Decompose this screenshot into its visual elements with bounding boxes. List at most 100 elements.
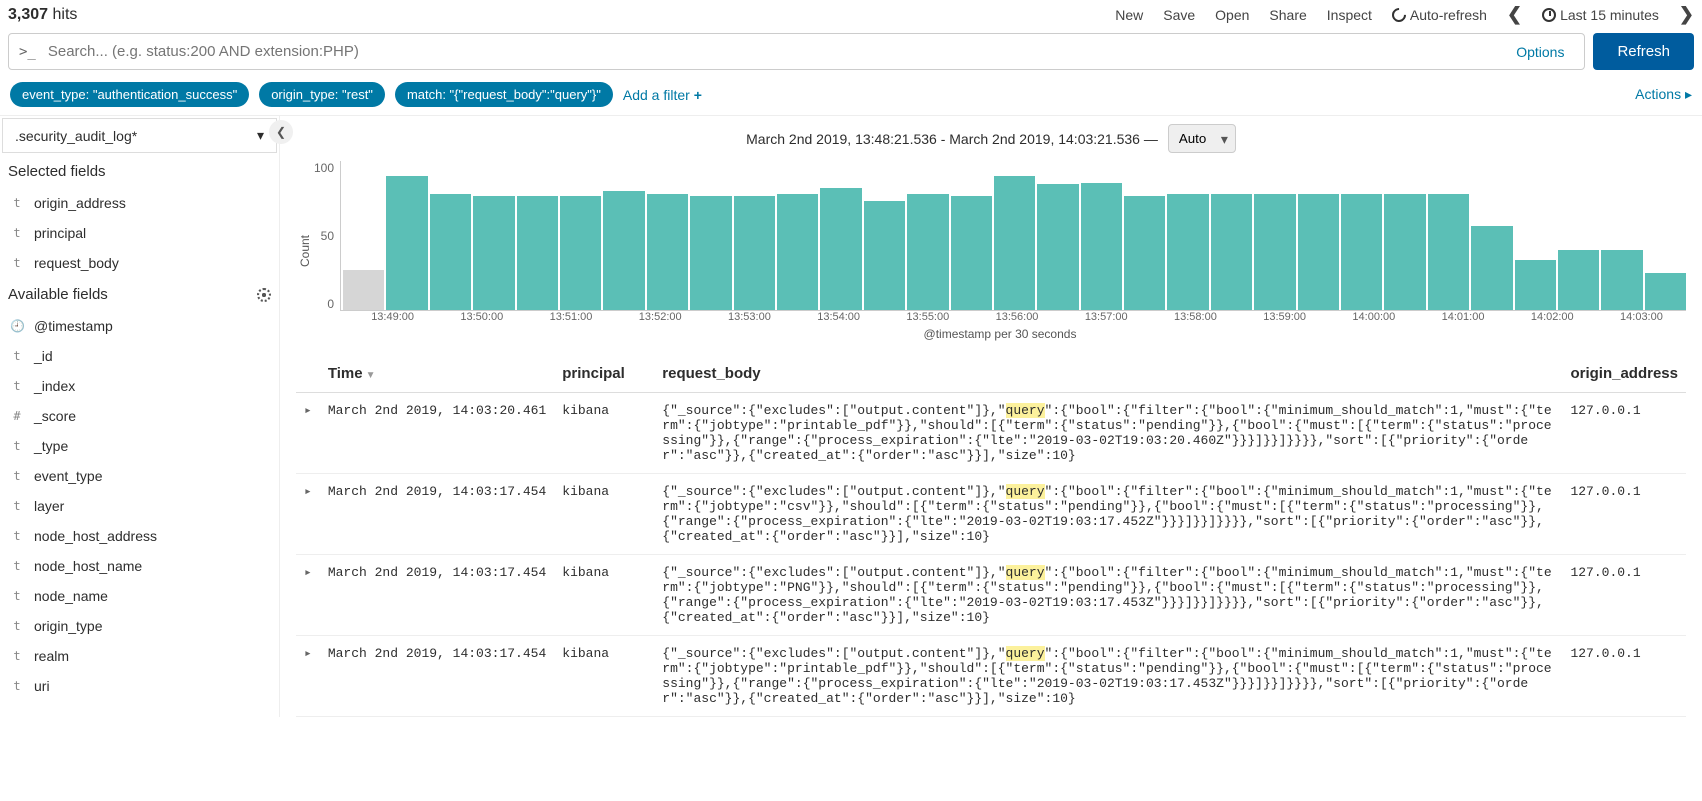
- index-pattern-select[interactable]: .security_audit_log* ▾: [2, 118, 277, 153]
- inspect-button[interactable]: Inspect: [1327, 7, 1372, 23]
- histogram-bar[interactable]: [690, 196, 731, 310]
- histogram-bar[interactable]: [1254, 194, 1295, 310]
- open-button[interactable]: Open: [1215, 7, 1249, 23]
- field-item[interactable]: t_index: [0, 371, 279, 401]
- histogram-bar[interactable]: [864, 201, 905, 310]
- new-button[interactable]: New: [1115, 7, 1143, 23]
- cell-origin-address: 127.0.0.1: [1562, 555, 1686, 636]
- histogram-chart[interactable]: Count 100500 13:49:0013:50:0013:51:0013:…: [296, 161, 1686, 341]
- search-input[interactable]: [48, 43, 1506, 60]
- histogram-bar[interactable]: [1081, 183, 1122, 310]
- add-filter-link[interactable]: Add a filter +: [623, 87, 702, 103]
- column-header-principal[interactable]: principal: [554, 355, 654, 393]
- histogram-bar[interactable]: [1384, 194, 1425, 310]
- histogram-bar[interactable]: [1341, 194, 1382, 310]
- histogram-bar[interactable]: [1211, 194, 1252, 310]
- field-item[interactable]: tnode_host_name: [0, 551, 279, 581]
- field-item[interactable]: tlayer: [0, 491, 279, 521]
- histogram-bar[interactable]: [994, 176, 1035, 310]
- histogram-bar[interactable]: [560, 196, 601, 310]
- histogram-bar[interactable]: [1124, 196, 1165, 310]
- filter-pill[interactable]: origin_type: "rest": [259, 82, 385, 107]
- share-button[interactable]: Share: [1269, 7, 1306, 23]
- field-item[interactable]: trealm: [0, 641, 279, 671]
- histogram-bar[interactable]: [1037, 184, 1078, 310]
- field-item[interactable]: t_id: [0, 341, 279, 371]
- field-item[interactable]: 🕘@timestamp: [0, 311, 279, 341]
- column-header-request-body[interactable]: request_body: [654, 355, 1562, 393]
- histogram-bar[interactable]: [1645, 273, 1686, 310]
- histogram-bar[interactable]: [647, 194, 688, 310]
- histogram-bar[interactable]: [473, 196, 514, 310]
- histogram-bar[interactable]: [386, 176, 427, 310]
- histogram-bar[interactable]: [517, 196, 558, 310]
- field-name: @timestamp: [34, 318, 113, 334]
- cell-principal: kibana: [554, 474, 654, 555]
- histogram-bar[interactable]: [1558, 250, 1599, 310]
- histogram-bar[interactable]: [951, 196, 992, 310]
- time-prev-button[interactable]: ❮: [1507, 4, 1522, 25]
- interval-select[interactable]: Auto: [1168, 124, 1236, 153]
- field-item[interactable]: torigin_address: [0, 188, 279, 218]
- histogram-bar[interactable]: [734, 196, 775, 310]
- histogram-bar[interactable]: [1471, 226, 1512, 310]
- field-item[interactable]: turi: [0, 671, 279, 701]
- field-item[interactable]: torigin_type: [0, 611, 279, 641]
- gear-icon[interactable]: [257, 288, 271, 302]
- histogram-bar[interactable]: [777, 194, 818, 310]
- field-item[interactable]: tprincipal: [0, 218, 279, 248]
- histogram-bar[interactable]: [907, 194, 948, 310]
- field-name: origin_type: [34, 618, 103, 634]
- field-name: principal: [34, 225, 86, 241]
- expand-row-button[interactable]: ▸: [296, 555, 320, 636]
- field-type-icon: #: [10, 409, 24, 423]
- field-type-icon: t: [10, 469, 24, 483]
- column-header-origin-address[interactable]: origin_address: [1562, 355, 1686, 393]
- refresh-button[interactable]: Refresh: [1593, 33, 1694, 70]
- save-button[interactable]: Save: [1163, 7, 1195, 23]
- field-item[interactable]: # _score: [0, 401, 279, 431]
- histogram-bar[interactable]: [1515, 260, 1556, 310]
- histogram-bar[interactable]: [1167, 194, 1208, 310]
- field-item[interactable]: trequest_body: [0, 248, 279, 278]
- histogram-bar[interactable]: [430, 194, 471, 310]
- field-name: _score: [34, 408, 76, 424]
- histogram-bar[interactable]: [1601, 250, 1642, 310]
- auto-refresh-button[interactable]: Auto-refresh: [1392, 7, 1487, 23]
- column-header-time[interactable]: Time▼: [320, 355, 554, 393]
- search-prompt-icon: >_: [19, 44, 36, 60]
- histogram-bar[interactable]: [820, 188, 861, 310]
- field-item[interactable]: t_type: [0, 431, 279, 461]
- cell-request-body: {"_source":{"excludes":["output.content"…: [654, 555, 1562, 636]
- cell-principal: kibana: [554, 393, 654, 474]
- expand-row-button[interactable]: ▸: [296, 393, 320, 474]
- expand-row-button[interactable]: ▸: [296, 636, 320, 717]
- collapse-sidebar-button[interactable]: ❮: [269, 120, 293, 144]
- time-next-button[interactable]: ❯: [1679, 4, 1694, 25]
- expand-row-button[interactable]: ▸: [296, 474, 320, 555]
- chevron-down-icon: ▾: [257, 127, 264, 144]
- search-options-link[interactable]: Options: [1506, 44, 1574, 60]
- x-tick: 13:52:00: [616, 311, 705, 323]
- field-item[interactable]: tevent_type: [0, 461, 279, 491]
- histogram-bar[interactable]: [343, 270, 384, 310]
- histogram-bar[interactable]: [603, 191, 644, 310]
- filter-pill[interactable]: match: "{"request_body":"query"}": [395, 82, 613, 107]
- field-item[interactable]: tnode_name: [0, 581, 279, 611]
- field-name: node_host_address: [34, 528, 157, 544]
- search-box[interactable]: >_ Options: [8, 33, 1585, 70]
- filter-pill[interactable]: event_type: "authentication_success": [10, 82, 249, 107]
- filter-actions-link[interactable]: Actions ▸: [1635, 86, 1692, 103]
- field-item[interactable]: tnode_host_address: [0, 521, 279, 551]
- field-name: node_host_name: [34, 558, 142, 574]
- x-tick: 13:58:00: [1151, 311, 1240, 323]
- y-tick: 100: [314, 161, 334, 175]
- date-range-text: March 2nd 2019, 13:48:21.536 - March 2nd…: [746, 131, 1158, 147]
- y-tick: 0: [327, 297, 334, 311]
- histogram-bar[interactable]: [1298, 194, 1339, 310]
- cell-time: March 2nd 2019, 14:03:17.454: [320, 555, 554, 636]
- histogram-bar[interactable]: [1428, 194, 1469, 310]
- field-type-icon: t: [10, 589, 24, 603]
- time-picker-button[interactable]: Last 15 minutes: [1542, 7, 1659, 23]
- x-tick: 13:51:00: [526, 311, 615, 323]
